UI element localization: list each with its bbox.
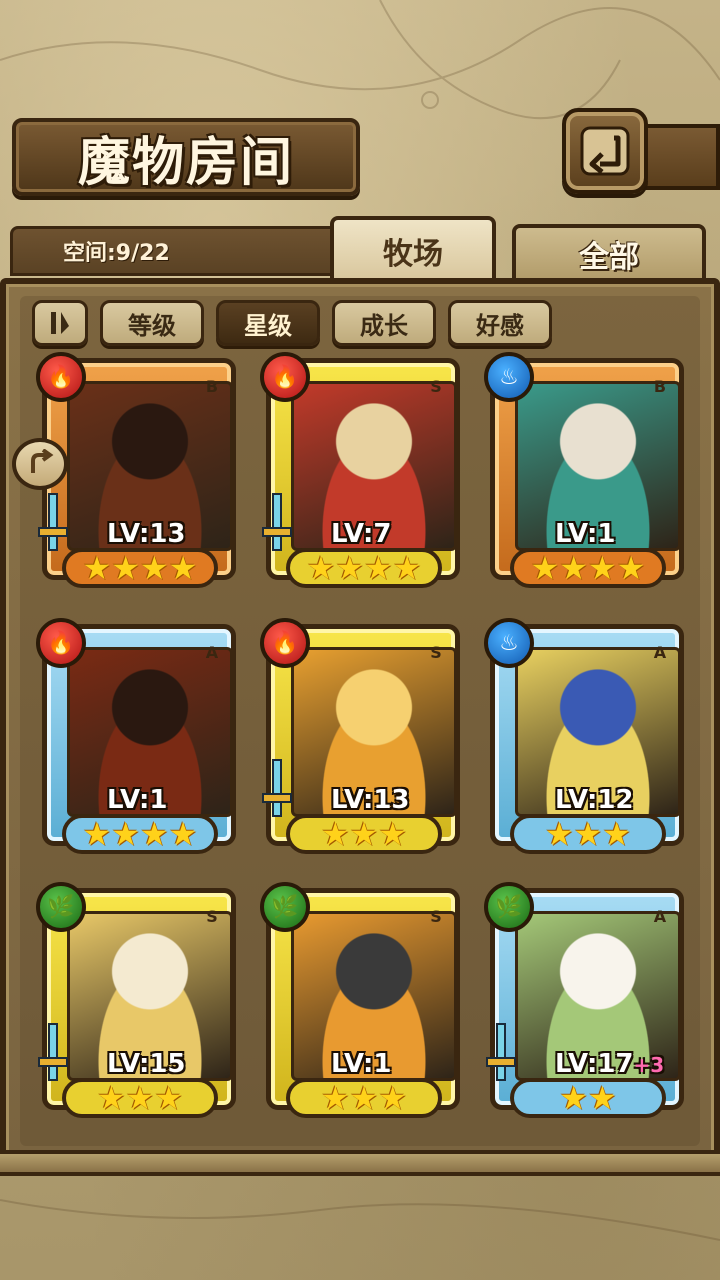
rank-badge: S (430, 376, 442, 396)
level-text: LV:17 (555, 1049, 634, 1079)
monster-level: LV:17+3 (555, 1049, 664, 1079)
star-rating: ★★★ (510, 814, 666, 854)
sort-by-affection-button[interactable]: 好感 (448, 300, 552, 346)
rank-badge: B (205, 376, 219, 396)
sort-by-growth-label: 成长 (360, 311, 408, 340)
wood-element-icon: 🌿 (260, 882, 310, 932)
sword-icon (262, 493, 292, 551)
page-title: 魔物房间 (77, 131, 294, 193)
rank-badge: A (653, 642, 667, 662)
monster-level: LV:7 (331, 519, 391, 549)
monster-card[interactable]: A LV:17+3 ★★ 🌿 (484, 882, 684, 1122)
level-text: LV:1 (107, 785, 168, 815)
pause-sort-icon (51, 312, 69, 334)
rank-badge: S (430, 642, 442, 662)
tab-all[interactable]: 全部 (512, 224, 706, 280)
sort-order-toggle[interactable] (32, 300, 88, 346)
monster-level: LV:1 (107, 785, 167, 815)
side-pull-tab[interactable] (12, 438, 68, 490)
star-rating: ★★★ (286, 814, 442, 854)
monster-level: LV:1 (331, 1049, 391, 1079)
sort-by-star-button[interactable]: 星级 (216, 300, 320, 346)
panel-bottom-strip (0, 1150, 720, 1176)
monster-level: LV:15 (107, 1049, 186, 1079)
star-rating: ★★★ (286, 1078, 442, 1118)
monster-level: LV:13 (331, 785, 410, 815)
return-arrow-icon (580, 126, 630, 176)
rank-badge: S (430, 906, 442, 926)
monster-card[interactable]: A LV:1 ★★★★ 🔥 (36, 618, 236, 858)
rank-badge: A (653, 906, 667, 926)
tab-ranch[interactable]: 牧场 (330, 216, 496, 282)
sort-by-affection-label: 好感 (476, 311, 524, 340)
level-text: LV:1 (331, 1049, 392, 1079)
water-element-icon: ♨ (484, 352, 534, 402)
sort-by-growth-button[interactable]: 成长 (332, 300, 436, 346)
star-rating: ★★★ (62, 1078, 218, 1118)
level-text: LV:1 (555, 519, 616, 549)
monster-card[interactable]: B LV:1 ★★★★ ♨ (484, 352, 684, 592)
sort-toolbar: 等级 星级 成长 好感 (32, 300, 552, 346)
wood-element-icon: 🌿 (484, 882, 534, 932)
level-text: LV:13 (331, 785, 410, 815)
sword-icon (38, 1023, 68, 1081)
monster-level: LV:12 (555, 785, 634, 815)
monster-card[interactable]: A LV:12 ★★★ ♨ (484, 618, 684, 858)
monster-level: LV:1 (555, 519, 615, 549)
fire-element-icon: 🔥 (260, 618, 310, 668)
curved-arrow-icon (31, 449, 54, 473)
monster-level: LV:13 (107, 519, 186, 549)
space-capacity-bar: 空间:9/22 (10, 226, 340, 276)
wood-element-icon: 🌿 (36, 882, 86, 932)
sword-icon (486, 1023, 516, 1081)
back-button-rail (640, 124, 720, 190)
sort-by-star-label: 星级 (244, 311, 292, 340)
level-text: LV:7 (331, 519, 392, 549)
monster-card[interactable]: S LV:7 ★★★★ 🔥 (260, 352, 460, 592)
rank-badge: S (206, 906, 218, 926)
sword-icon (262, 759, 292, 817)
star-rating: ★★★★ (286, 548, 442, 588)
rank-badge: B (653, 376, 667, 396)
fire-element-icon: 🔥 (260, 352, 310, 402)
star-rating: ★★★★ (510, 548, 666, 588)
space-capacity-label: 空间:9/22 (63, 241, 170, 266)
rank-badge: A (205, 642, 219, 662)
level-text: LV:12 (555, 785, 634, 815)
level-text: LV:15 (107, 1049, 186, 1079)
level-bonus: +3 (633, 1053, 665, 1077)
tab-ranch-label: 牧场 (383, 237, 443, 272)
level-text: LV:13 (107, 519, 186, 549)
monster-card[interactable]: S LV:13 ★★★ 🔥 (260, 618, 460, 858)
sort-by-level-label: 等级 (128, 311, 176, 340)
monster-card[interactable]: S LV:15 ★★★ 🌿 (36, 882, 236, 1122)
fire-element-icon: 🔥 (36, 618, 86, 668)
page-title-plate: 魔物房间 (12, 118, 360, 196)
monster-card[interactable]: S LV:1 ★★★ 🌿 (260, 882, 460, 1122)
sword-icon (38, 493, 68, 551)
water-element-icon: ♨ (484, 618, 534, 668)
tab-all-label: 全部 (579, 240, 639, 275)
sort-by-level-button[interactable]: 等级 (100, 300, 204, 346)
back-button[interactable] (562, 108, 648, 194)
fire-element-icon: 🔥 (36, 352, 86, 402)
star-rating: ★★★★ (62, 814, 218, 854)
star-rating: ★★ (510, 1078, 666, 1118)
star-rating: ★★★★ (62, 548, 218, 588)
